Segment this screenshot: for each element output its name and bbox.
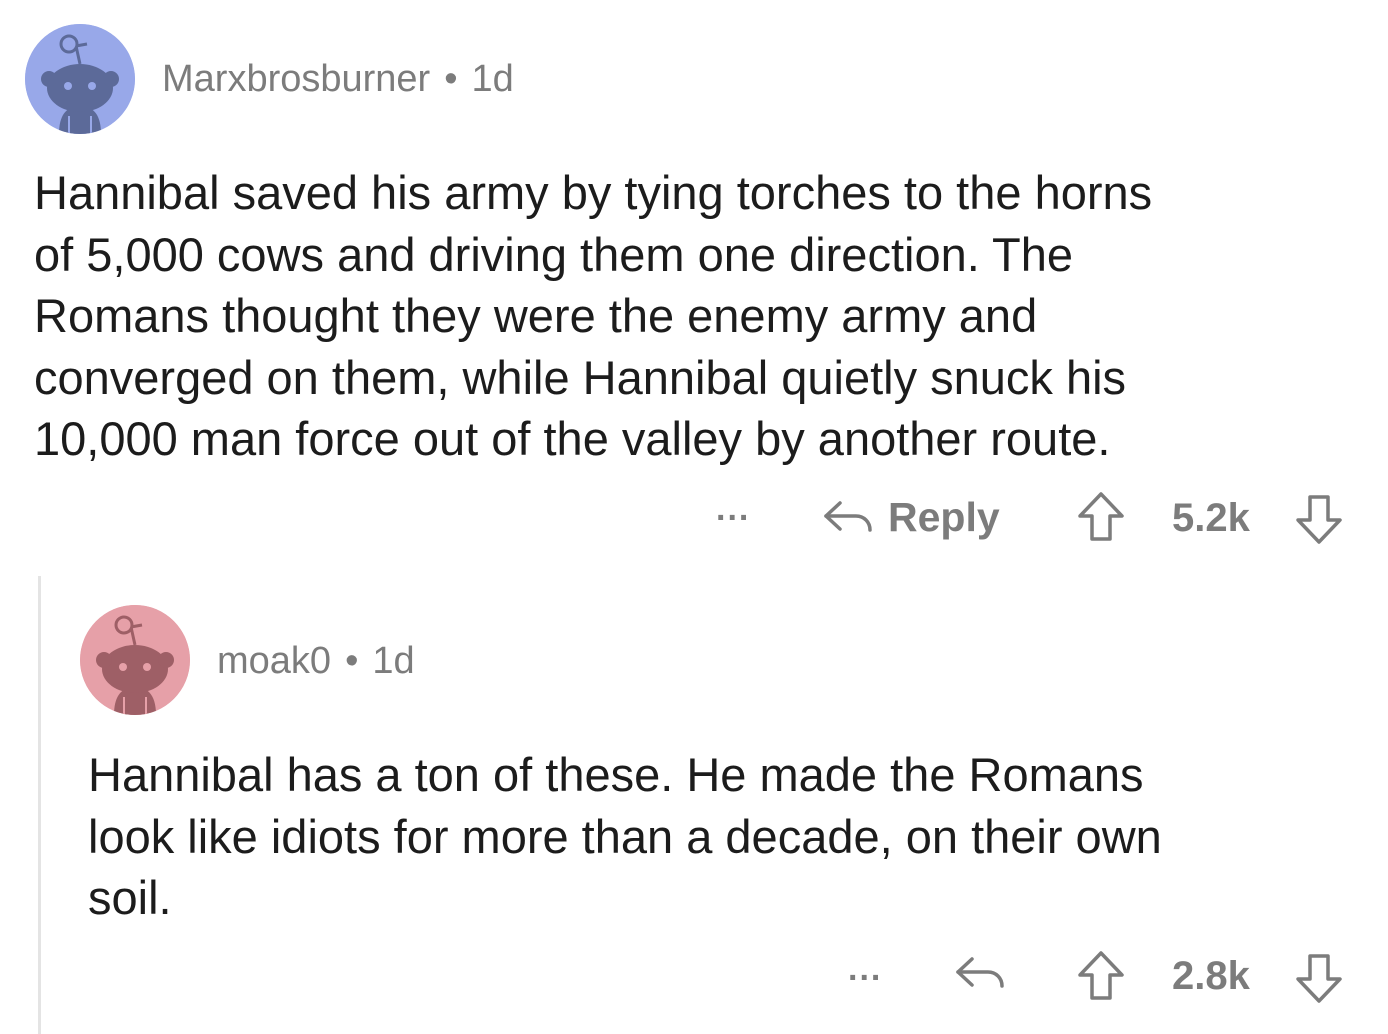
comment-author[interactable]: moak0 — [217, 640, 331, 682]
comment-age[interactable]: 1d — [472, 58, 514, 100]
more-options-button[interactable]: ... — [716, 492, 750, 526]
comment-meta: moak0 • 1d — [217, 642, 415, 680]
comment-body-line: converged on them, while Hannibal quietl… — [34, 350, 1127, 404]
meta-separator: • — [444, 58, 458, 100]
meta-separator: • — [345, 640, 359, 682]
comment-meta: Marxbrosburner • 1d — [162, 60, 514, 98]
downvote-icon[interactable] — [1294, 952, 1344, 1004]
comment-body-line: soil. — [88, 871, 172, 924]
avatar[interactable] — [80, 605, 190, 715]
comment-author[interactable]: Marxbrosburner — [162, 58, 430, 100]
comment-body-line: look like idiots for more than a decade,… — [88, 809, 1162, 863]
reply-button[interactable]: Reply — [888, 497, 1000, 538]
comment-body-line: 10,000 man force out of the valley by an… — [34, 412, 1111, 465]
upvote-icon[interactable] — [1076, 491, 1126, 543]
comment-body-line: Hannibal saved his army by tying torches… — [34, 166, 1153, 219]
comment-body: Hannibal has a ton of these. He made the… — [88, 744, 1162, 929]
snoo-avatar-icon — [25, 24, 135, 134]
more-options-button[interactable]: ... — [848, 952, 882, 986]
comment-age[interactable]: 1d — [372, 640, 414, 682]
avatar[interactable] — [25, 24, 135, 134]
reply-icon[interactable] — [822, 497, 874, 537]
downvote-icon[interactable] — [1294, 493, 1344, 545]
upvote-icon[interactable] — [1076, 950, 1126, 1002]
thread-line[interactable] — [38, 576, 41, 1034]
vote-score: 2.8k — [1172, 954, 1250, 998]
comment-body: Hannibal saved his army by tying torches… — [34, 162, 1152, 470]
snoo-avatar-icon — [80, 605, 190, 715]
reply-icon[interactable] — [954, 953, 1006, 993]
vote-score: 5.2k — [1172, 496, 1250, 540]
comment-body-line: Romans thought they were the enemy army … — [34, 289, 1038, 342]
comment-body-line: Hannibal has a ton of these. He made the… — [88, 748, 1144, 801]
comment-body-line: of 5,000 cows and driving them one direc… — [34, 227, 1073, 281]
